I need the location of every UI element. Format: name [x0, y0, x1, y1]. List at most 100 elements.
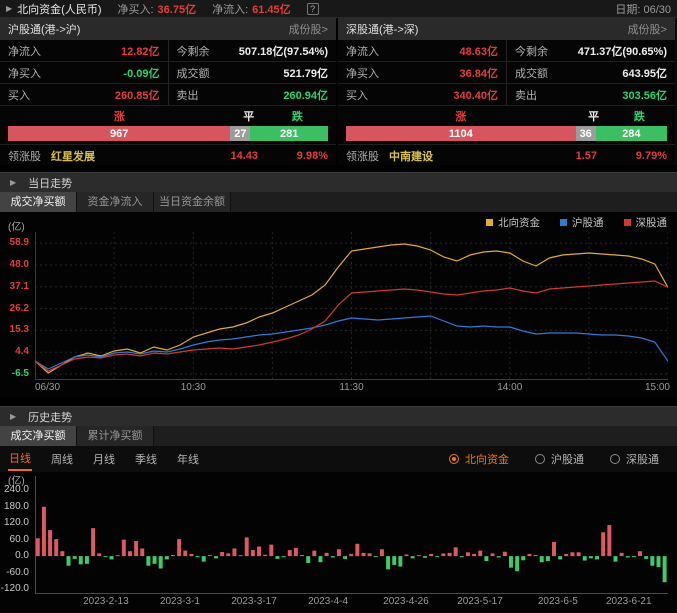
- y-tick-label: 240.0: [4, 484, 29, 495]
- chart-legend: 北向资金 沪股通 深股通: [486, 215, 667, 230]
- history-plot[interactable]: [35, 476, 668, 594]
- stat-value: 643.95亿: [622, 65, 667, 81]
- advancers-label: 涨: [338, 108, 584, 124]
- x-tick-label: 2023-2-13: [83, 596, 129, 607]
- legend-item-shengutong[interactable]: 深股通: [624, 215, 668, 230]
- stat-value: 471.37亿(90.65%): [578, 43, 667, 59]
- period-daily[interactable]: 日线: [8, 447, 32, 471]
- period-monthly[interactable]: 月线: [92, 448, 116, 470]
- intraday-chart: (亿) 北向资金 沪股通 深股通 58.948.037.126.215.34.4…: [0, 212, 677, 398]
- stat-label: 买入: [346, 87, 368, 103]
- northbound-funds-app: ▶ 北向资金(人民币) 净买入: 36.75亿 净流入: 61.45亿 ? 日期…: [0, 0, 677, 613]
- period-yearly[interactable]: 年线: [176, 448, 200, 470]
- x-tick-label: 15:00: [645, 382, 670, 393]
- advance-decline-bar: 1104 36 284: [346, 126, 667, 141]
- leading-stock-price: 14.43: [230, 150, 258, 162]
- leading-stock-name[interactable]: 红星发展: [51, 148, 95, 164]
- panel-title: 深股通(港->深): [346, 21, 418, 37]
- stat-value: 48.63亿: [459, 43, 498, 59]
- radio-shengutong[interactable]: 深股通: [610, 451, 659, 467]
- radio-hugutong[interactable]: 沪股通: [535, 451, 584, 467]
- constituents-link[interactable]: 成份股>: [628, 21, 667, 37]
- radio-label: 沪股通: [551, 451, 584, 467]
- x-tick-label: 14:00: [497, 382, 522, 393]
- history-chart: (亿) 240.0180.0120.060.00.0-60.0-120.0 20…: [0, 472, 677, 612]
- leading-stock-row: 领涨股 红星发展 14.43 9.98%: [0, 144, 336, 166]
- decliners-label: 跌: [604, 108, 675, 124]
- intraday-tabbar: 成交净买额 资金净流入 当日资金余额: [0, 192, 677, 212]
- stat-label: 卖出: [177, 87, 199, 103]
- y-tick-label: 58.9: [10, 237, 29, 248]
- decliners-segment: 284: [596, 126, 667, 141]
- advance-decline-labels: 涨 平 跌: [338, 106, 675, 126]
- x-tick-label: 2023-3-17: [231, 596, 277, 607]
- stat-value: 507.18亿(97.54%): [239, 43, 328, 59]
- tab-quota-balance[interactable]: 当日资金余额: [154, 192, 231, 212]
- stat-label: 成交额: [177, 65, 210, 81]
- leading-stock-label: 领涨股: [346, 148, 379, 164]
- advance-decline-labels: 涨 平 跌: [0, 106, 336, 126]
- legend-item-hugutong[interactable]: 沪股通: [560, 215, 604, 230]
- y-tick-label: 180.0: [4, 501, 29, 512]
- history-tabbar: 成交净买额 累计净买额: [0, 426, 677, 446]
- advancers-label: 涨: [0, 108, 239, 124]
- collapse-arrow-icon: ▶: [10, 412, 16, 421]
- intraday-y-axis: 58.948.037.126.215.34.4-6.5: [0, 212, 31, 398]
- stat-label: 买入: [8, 87, 30, 103]
- stats-row: 买入340.40亿 卖出303.56亿: [338, 84, 675, 106]
- net-inflow-value: 61.45亿: [252, 1, 291, 17]
- stat-value: 521.79亿: [283, 65, 328, 81]
- net-buy-value: 36.75亿: [158, 1, 197, 17]
- flat-label: 平: [584, 108, 604, 124]
- legend-item-northbound[interactable]: 北向资金: [486, 215, 540, 230]
- leading-stock-name[interactable]: 中南建设: [389, 148, 433, 164]
- leading-stock-row: 领涨股 中南建设 1.57 9.79%: [338, 144, 675, 166]
- date-label: 日期: 06/30: [615, 1, 671, 17]
- stat-label: 净流入: [346, 43, 379, 59]
- tab-net-buy-amount[interactable]: 成交净买额: [0, 426, 77, 446]
- intraday-plot[interactable]: [35, 232, 668, 380]
- panel-hugutong: 沪股通(港->沪) 成份股> 净流入12.82亿 今剩余507.18亿(97.5…: [0, 18, 338, 165]
- x-tick-label: 11:30: [339, 382, 363, 393]
- section-header-intraday[interactable]: ▶ 当日走势: [0, 172, 677, 192]
- y-tick-label: -120.0: [1, 583, 29, 594]
- connect-panels: 沪股通(港->沪) 成份股> 净流入12.82亿 今剩余507.18亿(97.5…: [0, 18, 677, 165]
- tab-cumulative-net-buy[interactable]: 累计净买额: [77, 426, 154, 446]
- legend-swatch-icon: [486, 219, 493, 226]
- legend-label: 北向资金: [498, 215, 540, 230]
- tab-net-inflow[interactable]: 资金净流入: [77, 192, 154, 212]
- flat-segment: 27: [230, 126, 250, 141]
- panel-header: 深股通(港->深) 成份股>: [338, 18, 675, 40]
- page-title: 北向资金(人民币): [17, 1, 101, 17]
- x-tick-label: 2023-4-26: [383, 596, 429, 607]
- stat-label: 净买入: [346, 65, 379, 81]
- top-bar: ▶ 北向资金(人民币) 净买入: 36.75亿 净流入: 61.45亿 ? 日期…: [0, 0, 677, 18]
- x-tick-label: 2023-6-5: [538, 596, 578, 607]
- history-x-axis: 2023-2-132023-3-12023-3-172023-4-42023-4…: [0, 596, 677, 610]
- help-icon[interactable]: ?: [307, 3, 319, 15]
- constituents-link[interactable]: 成份股>: [289, 21, 328, 37]
- collapse-arrow-icon[interactable]: ▶: [6, 4, 12, 13]
- y-tick-label: -60.0: [6, 567, 29, 578]
- series-radios: 北向资金 沪股通 深股通: [449, 451, 669, 467]
- leading-stock-change: 9.79%: [597, 150, 667, 162]
- period-quarterly[interactable]: 季线: [134, 448, 158, 470]
- radio-northbound[interactable]: 北向资金: [449, 451, 509, 467]
- section-title: 当日走势: [28, 175, 72, 191]
- period-weekly[interactable]: 周线: [50, 448, 74, 470]
- y-tick-label: 120.0: [4, 517, 29, 528]
- section-header-history[interactable]: ▶ 历史走势: [0, 406, 677, 426]
- stats-row: 净买入-0.09亿 成交额521.79亿: [0, 62, 336, 84]
- radio-label: 北向资金: [465, 451, 509, 467]
- divider: [0, 398, 677, 406]
- stats-row: 买入260.85亿 卖出260.94亿: [0, 84, 336, 106]
- y-tick-label: 0.0: [15, 550, 29, 561]
- decliners-segment: 281: [250, 126, 328, 141]
- flat-label: 平: [239, 108, 259, 124]
- x-tick-label: 2023-5-17: [457, 596, 503, 607]
- y-tick-label: -6.5: [12, 368, 29, 379]
- stat-value: 340.40亿: [453, 87, 498, 103]
- stat-label: 今剩余: [515, 43, 548, 59]
- radio-label: 深股通: [626, 451, 659, 467]
- tab-net-buy-amount[interactable]: 成交净买额: [0, 192, 77, 212]
